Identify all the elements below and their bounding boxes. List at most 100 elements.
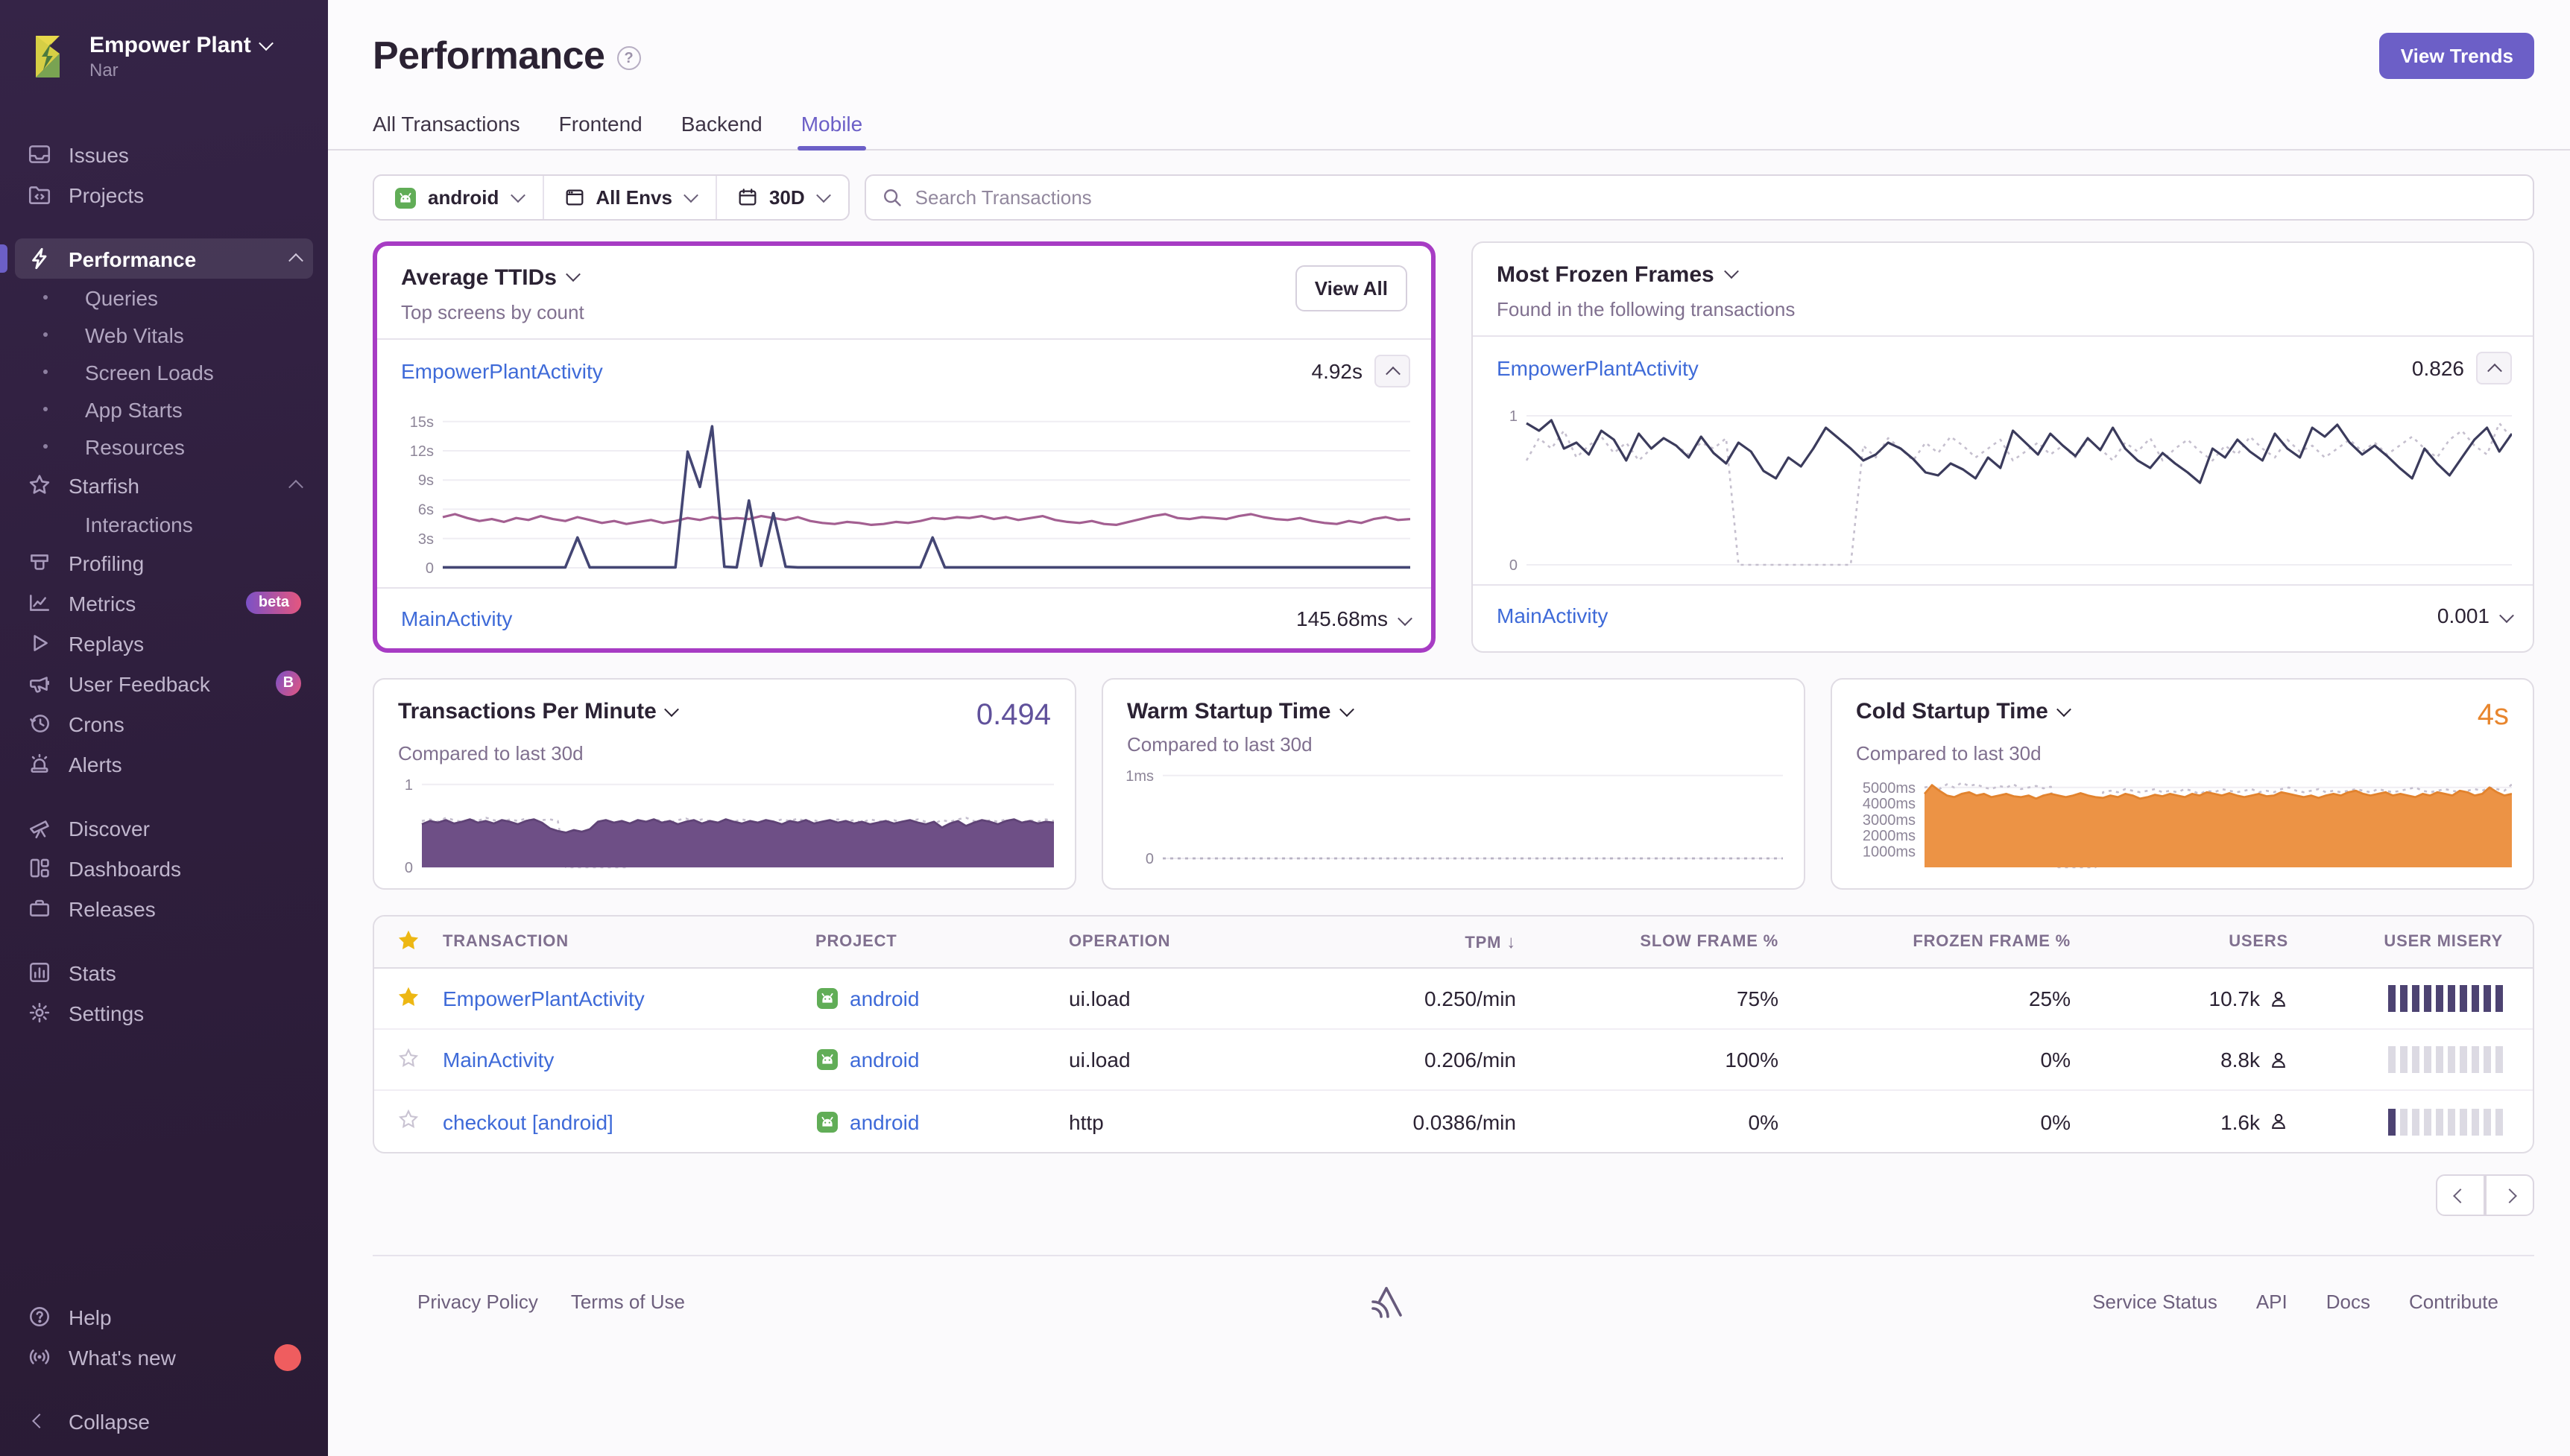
- main-area: Performance ? View Trends All Transactio…: [328, 0, 2570, 1456]
- sidebar-item-crons[interactable]: Crons: [15, 703, 313, 744]
- project-filter[interactable]: android: [374, 176, 543, 219]
- transaction-link[interactable]: EmpowerPlantActivity: [401, 359, 603, 383]
- col-tpm-sort[interactable]: TPM ↓: [1337, 931, 1516, 952]
- docs-link[interactable]: Docs: [2326, 1290, 2370, 1312]
- svg-text:1000ms: 1000ms: [1863, 844, 1916, 861]
- star-toggle[interactable]: [398, 986, 443, 1011]
- star-toggle[interactable]: [398, 1047, 443, 1072]
- users-cell: 8.8k: [2071, 1048, 2288, 1072]
- sidebar-item-user-feedback[interactable]: User Feedback B: [15, 663, 313, 703]
- privacy-policy-link[interactable]: Privacy Policy: [417, 1290, 538, 1312]
- tab-mobile[interactable]: Mobile: [801, 112, 863, 149]
- sidebar-item-queries[interactable]: Queries: [15, 279, 313, 316]
- org-logo-icon: [21, 30, 75, 83]
- sidebar-item-web-vitals[interactable]: Web Vitals: [15, 316, 313, 353]
- tpm-title-dropdown[interactable]: Transactions Per Minute: [398, 699, 678, 724]
- search-icon: [881, 186, 903, 209]
- view-trends-button[interactable]: View Trends: [2380, 33, 2534, 79]
- svg-text:12s: 12s: [410, 443, 434, 460]
- col-user-misery[interactable]: USER MISERY: [2288, 933, 2503, 951]
- sidebar-item-profiling[interactable]: Profiling: [15, 542, 313, 583]
- tab-backend[interactable]: Backend: [681, 112, 763, 149]
- sidebar-item-discover[interactable]: Discover: [15, 808, 313, 848]
- help-circle-icon[interactable]: ?: [616, 46, 640, 70]
- project-cell[interactable]: android: [815, 1110, 1069, 1133]
- sidebar-item-replays[interactable]: Replays: [15, 623, 313, 663]
- sidebar-item-alerts[interactable]: Alerts: [15, 744, 313, 784]
- view-all-button[interactable]: View All: [1295, 265, 1407, 311]
- frozen-frames-title-dropdown[interactable]: Most Frozen Frames: [1497, 262, 1795, 288]
- sidebar-item-screen-loads[interactable]: Screen Loads: [15, 353, 313, 390]
- sidebar-item-metrics[interactable]: Metrics beta: [15, 583, 313, 623]
- transaction-link[interactable]: EmpowerPlantActivity: [1497, 356, 1699, 380]
- pagination: [373, 1174, 2534, 1216]
- sidebar-item-interactions[interactable]: Interactions: [15, 505, 313, 542]
- tpm-cell: 0.0386/min: [1337, 1110, 1516, 1133]
- project-cell[interactable]: android: [815, 1048, 1069, 1072]
- bar-chart-icon: [27, 960, 52, 985]
- svg-text:0: 0: [405, 860, 413, 876]
- warm-startup-title-dropdown[interactable]: Warm Startup Time: [1127, 699, 1351, 724]
- star-header-icon[interactable]: [398, 929, 443, 955]
- transaction-link[interactable]: MainActivity: [1497, 604, 1608, 627]
- sidebar-item-label: Resources: [85, 434, 185, 458]
- cold-startup-title-dropdown[interactable]: Cold Startup Time: [1856, 699, 2069, 724]
- transaction-link[interactable]: checkout [android]: [443, 1110, 815, 1133]
- contribute-link[interactable]: Contribute: [2409, 1290, 2498, 1312]
- previous-page-button[interactable]: [2436, 1174, 2485, 1216]
- star-toggle[interactable]: [398, 1109, 443, 1134]
- date-range-filter[interactable]: 30D: [717, 176, 848, 219]
- col-operation[interactable]: OPERATION: [1069, 933, 1337, 951]
- collapse-row-button[interactable]: [2476, 352, 2512, 384]
- slow-frame-cell: 100%: [1516, 1048, 1778, 1072]
- sidebar-item-label: App Starts: [85, 397, 183, 421]
- avg-ttids-title-dropdown[interactable]: Average TTIDs: [401, 265, 584, 291]
- org-switcher[interactable]: Empower Plant Nar: [0, 18, 328, 104]
- sidebar-item-whats-new[interactable]: What's new: [15, 1337, 313, 1377]
- page-title: Performance ?: [373, 33, 640, 79]
- sidebar-item-starfish[interactable]: Starfish: [15, 465, 313, 505]
- service-status-link[interactable]: Service Status: [2092, 1290, 2217, 1312]
- sidebar-item-label: Stats: [69, 960, 116, 984]
- tab-all-transactions[interactable]: All Transactions: [373, 112, 520, 149]
- chevron-left-icon: [27, 1408, 52, 1434]
- api-link[interactable]: API: [2256, 1290, 2288, 1312]
- sidebar-item-help[interactable]: Help: [15, 1297, 313, 1337]
- svg-text:0: 0: [1509, 557, 1518, 574]
- sidebar-item-resources[interactable]: Resources: [15, 428, 313, 465]
- sidebar-item-dashboards[interactable]: Dashboards: [15, 848, 313, 888]
- col-users[interactable]: USERS: [2071, 933, 2288, 951]
- col-frozen-frame[interactable]: FROZEN FRAME %: [1778, 933, 2071, 951]
- org-name: Empower Plant: [89, 33, 251, 59]
- sidebar-item-label: Queries: [85, 285, 158, 309]
- sidebar-item-app-starts[interactable]: App Starts: [15, 390, 313, 428]
- terms-of-use-link[interactable]: Terms of Use: [571, 1290, 685, 1312]
- sidebar-item-releases[interactable]: Releases: [15, 888, 313, 928]
- sidebar-item-label: Issues: [69, 142, 129, 166]
- notification-badge: [274, 1343, 301, 1370]
- environment-filter[interactable]: All Envs: [543, 176, 717, 219]
- project-cell[interactable]: android: [815, 987, 1069, 1010]
- expand-row-button[interactable]: [1400, 607, 1410, 630]
- transaction-link[interactable]: MainActivity: [443, 1048, 815, 1072]
- col-slow-frame[interactable]: SLOW FRAME %: [1516, 933, 1778, 951]
- sidebar-collapse-button[interactable]: Collapse: [15, 1401, 313, 1441]
- transaction-link[interactable]: EmpowerPlantActivity: [443, 987, 815, 1010]
- expand-row-button[interactable]: [2501, 604, 2512, 627]
- sidebar-item-settings[interactable]: Settings: [15, 993, 313, 1033]
- tab-frontend[interactable]: Frontend: [559, 112, 642, 149]
- search-input[interactable]: [915, 186, 2518, 209]
- next-page-button[interactable]: [2485, 1174, 2534, 1216]
- sidebar-item-projects[interactable]: Projects: [15, 174, 313, 215]
- operation-cell: ui.load: [1069, 1048, 1337, 1072]
- sidebar-item-stats[interactable]: Stats: [15, 952, 313, 993]
- collapse-row-button[interactable]: [1374, 355, 1410, 387]
- sidebar-item-performance[interactable]: Performance: [15, 238, 313, 279]
- sidebar-item-issues[interactable]: Issues: [15, 134, 313, 174]
- sidebar-item-label: Help: [69, 1305, 112, 1329]
- col-project[interactable]: PROJECT: [815, 933, 1069, 951]
- bullet-icon: [43, 332, 48, 337]
- col-transaction[interactable]: TRANSACTION: [443, 933, 815, 951]
- cold-startup-value: 4s: [2478, 699, 2509, 733]
- transaction-link[interactable]: MainActivity: [401, 607, 512, 630]
